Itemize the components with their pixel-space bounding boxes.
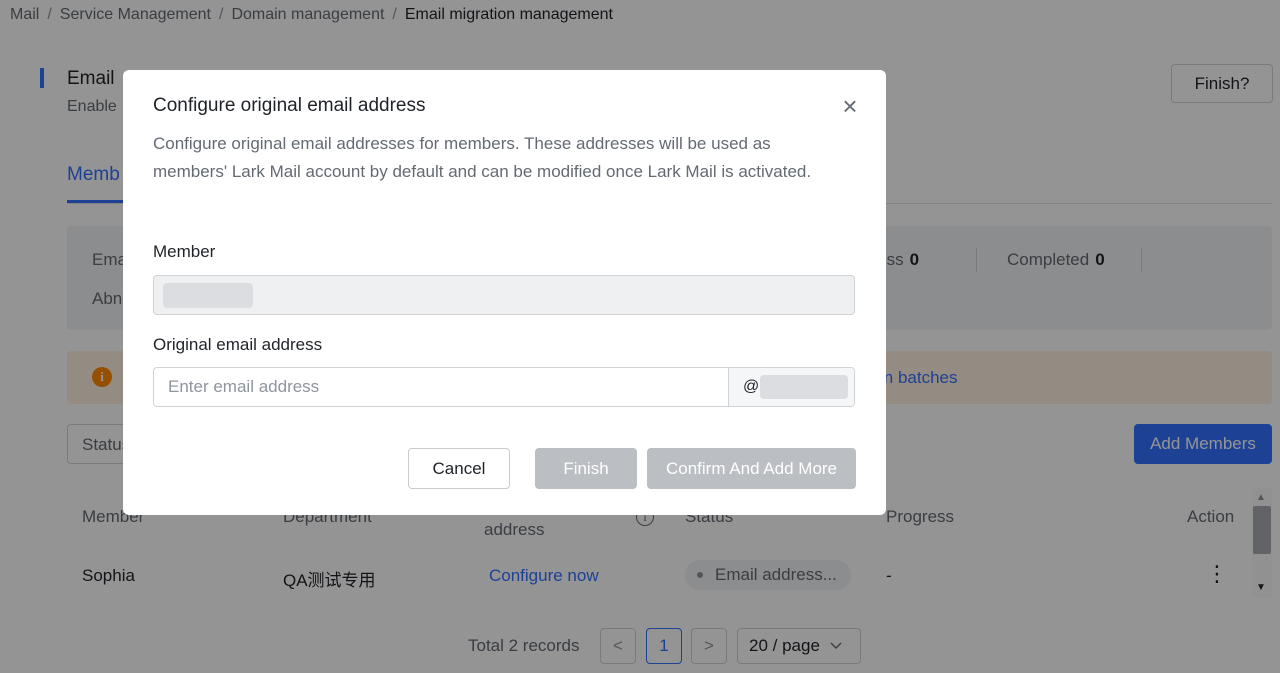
member-field [153,275,855,315]
configure-email-dialog: Configure original email address × Confi… [123,70,886,515]
cancel-button[interactable]: Cancel [408,448,510,489]
email-input[interactable] [154,368,728,406]
original-email-label: Original email address [153,335,323,354]
finish-button-disabled[interactable]: Finish [535,448,637,489]
domain-redacted [760,375,848,399]
member-name-redacted [163,283,253,308]
at-sign: @ [743,378,760,395]
dialog-title: Configure original email address [153,95,426,116]
close-icon[interactable]: × [838,93,862,119]
confirm-and-add-more-button[interactable]: Confirm And Add More [647,448,856,489]
original-email-field: @ [153,367,855,407]
dialog-description: Configure original email addresses for m… [153,134,812,181]
email-domain-suffix: @ [728,368,854,406]
member-label: Member [153,242,216,261]
